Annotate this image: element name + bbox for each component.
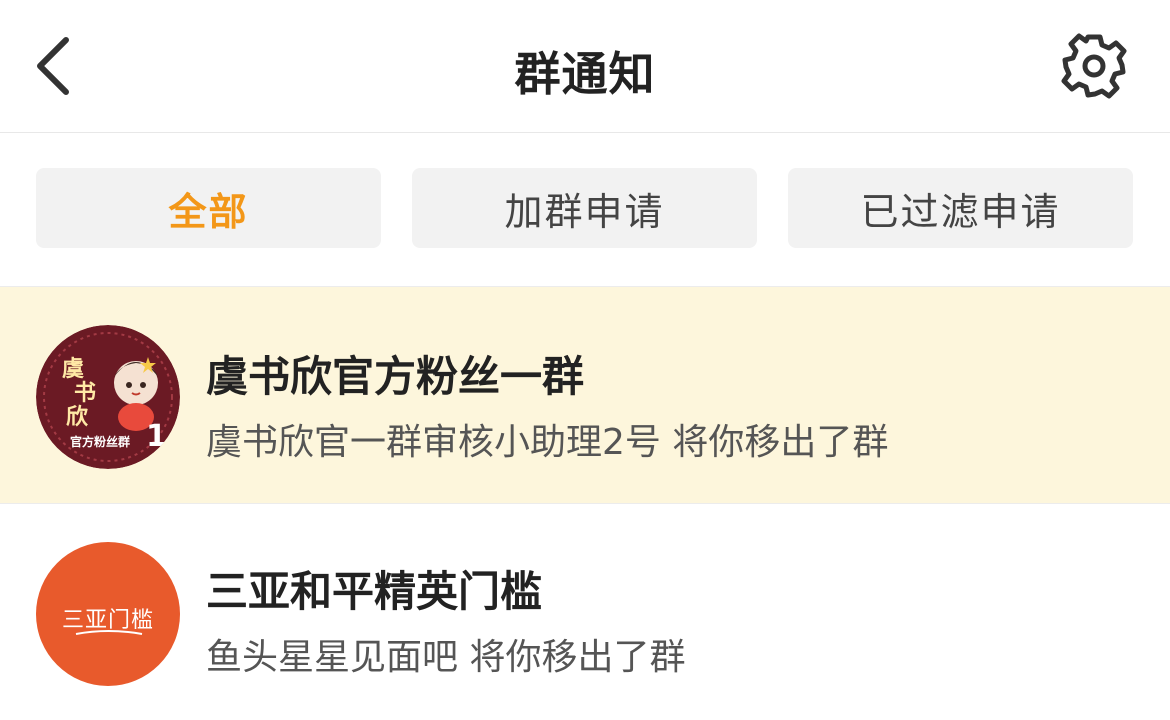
notification-list: 虞 书 欣 官方粉丝群 1 虞书欣官方粉丝一群 虞书欣官一群审核小助理2号 将你… <box>0 286 1170 720</box>
tab-join-requests[interactable]: 加群申请 <box>412 168 757 248</box>
tab-filtered-requests[interactable]: 已过滤申请 <box>788 168 1133 248</box>
settings-button[interactable] <box>1060 32 1128 100</box>
group-name: 虞书欣官方粉丝一群 <box>206 352 585 401</box>
list-item[interactable]: 虞 书 欣 官方粉丝群 1 虞书欣官方粉丝一群 虞书欣官一群审核小助理2号 将你… <box>0 286 1170 504</box>
group-avatar[interactable]: 虞 书 欣 官方粉丝群 1 <box>36 325 180 469</box>
top-bar: 群通知 <box>0 0 1170 133</box>
tab-all[interactable]: 全部 <box>36 168 381 248</box>
filter-tabs: 全部 加群申请 已过滤申请 <box>0 133 1170 285</box>
notification-message: 鱼头星星见面吧 将你移出了群 <box>206 637 686 678</box>
page-title: 群通知 <box>514 47 656 101</box>
group-name: 三亚和平精英门槛 <box>206 567 543 616</box>
group-avatar[interactable]: 三亚门槛 <box>36 542 180 686</box>
notification-message: 虞书欣官一群审核小助理2号 将你移出了群 <box>206 422 889 463</box>
gear-icon <box>1061 33 1127 99</box>
list-item[interactable]: 三亚门槛 三亚和平精英门槛 鱼头星星见面吧 将你移出了群 <box>0 504 1170 720</box>
